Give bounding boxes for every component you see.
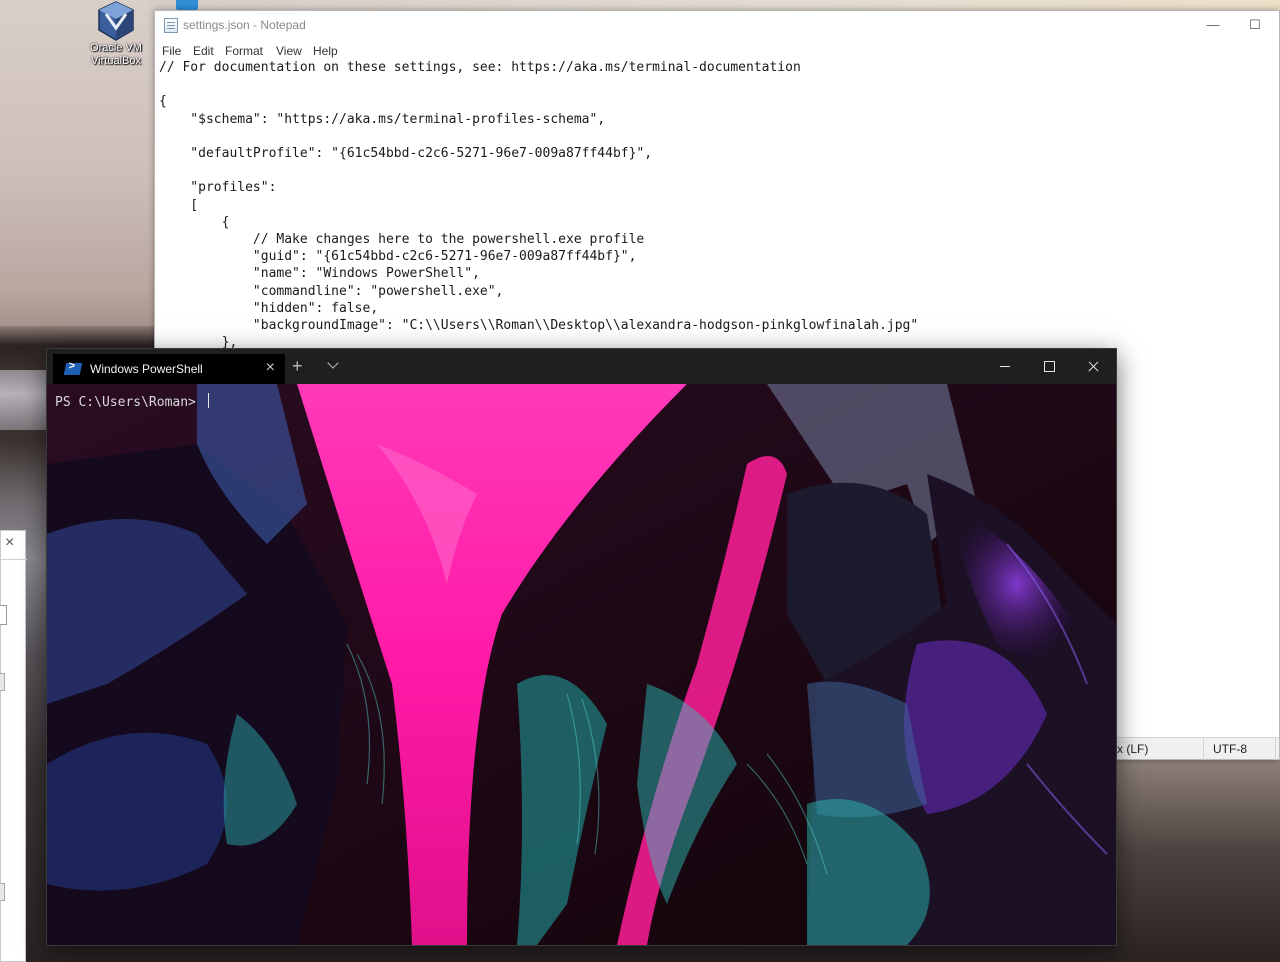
desktop-icon-virtualbox[interactable]: Oracle VM VirtualBox: [84, 0, 148, 68]
desktop-icon-partial[interactable]: [176, 0, 198, 10]
prompt-text: PS C:\Users\Roman>: [55, 395, 204, 410]
desktop-icon-label-line2: VirtualBox: [91, 55, 141, 67]
powershell-icon: [63, 363, 83, 375]
terminal-tab-title: Windows PowerShell: [90, 362, 203, 376]
editor-line: {: [159, 94, 167, 110]
terminal-screen[interactable]: PS C:\Users\Roman>: [47, 384, 1116, 945]
editor-line: ​: [159, 76, 1275, 93]
editor-line: "commandline": "powershell.exe",: [159, 283, 504, 299]
notepad-titlebar[interactable]: settings.json - Notepad — ☐: [155, 11, 1279, 41]
editor-line: // Make changes here to the powershell.e…: [159, 232, 645, 248]
status-encoding: UTF-8: [1213, 742, 1247, 756]
status-separator: [1203, 738, 1204, 760]
text-cursor: [207, 393, 209, 408]
editor-line: [: [159, 197, 199, 213]
virtualbox-icon: [96, 0, 136, 42]
terminal-maximize-button[interactable]: [1027, 349, 1071, 384]
terminal-tab[interactable]: Windows PowerShell ×: [53, 354, 285, 384]
editor-line: "hidden": false,: [159, 300, 379, 316]
partial-window-field[interactable]: [0, 605, 7, 625]
editor-line: "defaultProfile": "{61c54bbd-c2c6-5271-9…: [159, 146, 653, 162]
editor-line: "backgroundImage": "C:\\Users\\Roman\\De…: [159, 318, 919, 334]
terminal-window[interactable]: Windows PowerShell × +: [46, 348, 1117, 946]
menu-help[interactable]: Help: [313, 44, 338, 58]
close-icon[interactable]: ×: [5, 535, 14, 551]
menu-file[interactable]: File: [162, 44, 181, 58]
editor-line: "profiles":: [159, 180, 277, 196]
editor-line: "guid": "{61c54bbd-c2c6-5271-96e7-009a87…: [159, 249, 637, 265]
wallpaper-ground: [1116, 760, 1280, 962]
menu-edit[interactable]: Edit: [193, 44, 214, 58]
terminal-minimize-button[interactable]: [983, 349, 1027, 384]
editor-line: {: [159, 214, 230, 230]
notepad-title: settings.json - Notepad: [183, 18, 306, 32]
notepad-minimize-button[interactable]: —: [1191, 11, 1235, 41]
terminal-background-image: [47, 384, 1116, 945]
desktop-icon-label: Oracle VM VirtualBox: [84, 42, 148, 68]
partial-window-divider: [1, 559, 27, 560]
tab-close-icon[interactable]: ×: [266, 359, 275, 377]
terminal-prompt[interactable]: PS C:\Users\Roman>: [55, 393, 209, 410]
terminal-close-button[interactable]: [1071, 349, 1115, 384]
new-tab-button[interactable]: +: [292, 356, 303, 376]
status-line-ending: x (LF): [1117, 742, 1149, 756]
partial-window-button[interactable]: [0, 883, 5, 901]
editor-line: // For documentation on these settings, …: [159, 60, 801, 75]
terminal-tabbar[interactable]: Windows PowerShell × +: [47, 349, 1116, 384]
status-separator: [1275, 738, 1276, 760]
menu-format[interactable]: Format: [225, 44, 263, 58]
notepad-icon: [164, 18, 178, 33]
editor-line: "$schema": "https://aka.ms/terminal-prof…: [159, 111, 606, 127]
editor-line: ​: [159, 128, 1275, 145]
partial-window-button[interactable]: [0, 673, 5, 691]
partial-window-left[interactable]: ×: [0, 530, 27, 962]
editor-line: ​: [159, 162, 1275, 179]
editor-line: "name": "Windows PowerShell",: [159, 266, 480, 282]
chevron-down-icon[interactable]: [326, 357, 342, 373]
menu-view[interactable]: View: [276, 44, 302, 58]
desktop-icon-label-line1: Oracle VM: [90, 42, 142, 54]
notepad-maximize-button[interactable]: ☐: [1233, 11, 1277, 41]
